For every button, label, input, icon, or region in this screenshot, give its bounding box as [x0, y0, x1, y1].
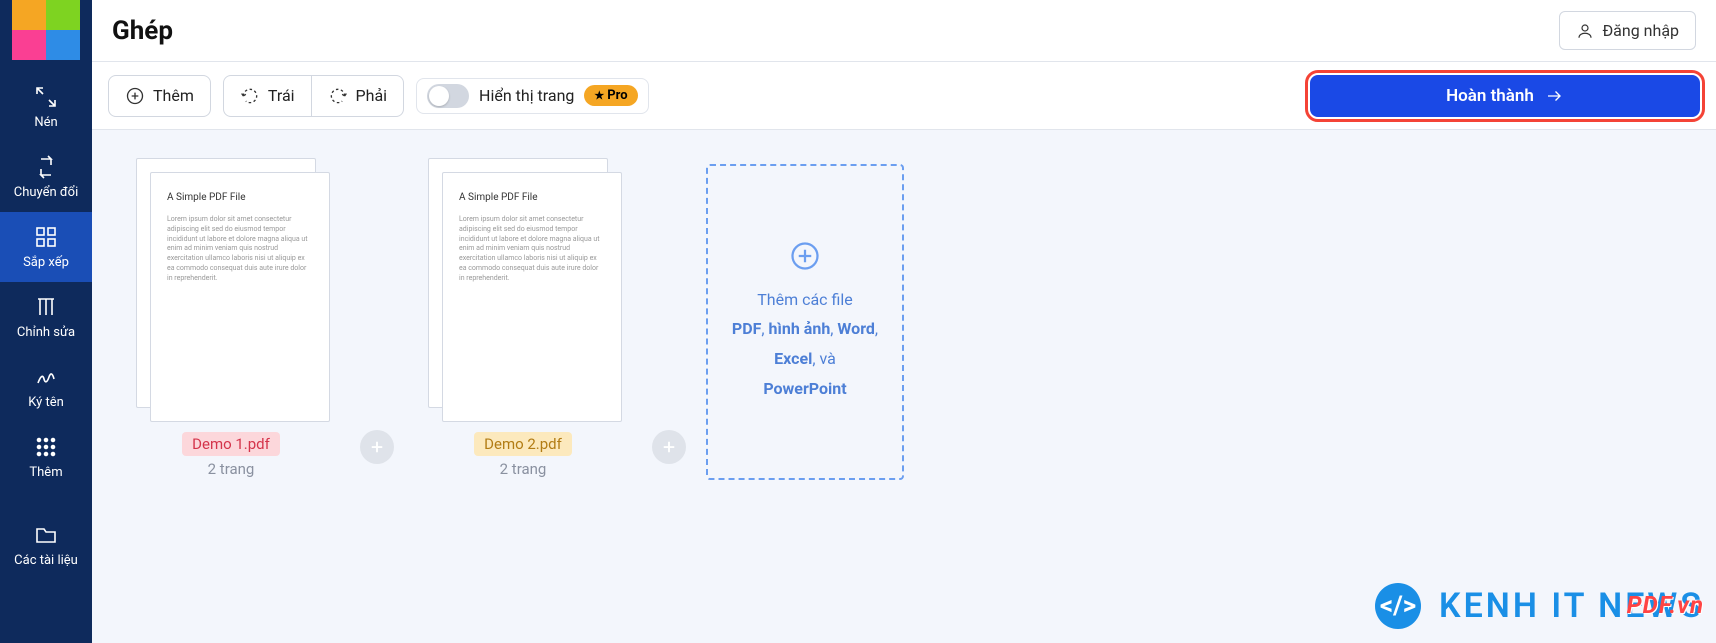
dropzone-types: PDF, hình ảnh, Word, Excel, vàPowerPoint [732, 314, 878, 403]
main: Ghép Đăng nhập Thêm Trái Phải Hiển thị t… [92, 0, 1716, 643]
login-button[interactable]: Đăng nhập [1559, 11, 1696, 50]
rotate-right-button[interactable]: Phải [312, 75, 405, 117]
login-label: Đăng nhập [1602, 21, 1679, 40]
toolbar: Thêm Trái Phải Hiển thị trang Pro Hoàn t… [92, 62, 1716, 130]
organize-icon [34, 225, 58, 249]
rotate-left-label: Trái [268, 86, 295, 105]
sidebar-item-chuyendoi[interactable]: Chuyển đổi [0, 142, 92, 212]
workspace: A Simple PDF File Lorem ipsum dolor sit … [92, 130, 1716, 643]
rotate-group: Trái Phải [223, 75, 404, 117]
insert-between-button[interactable] [360, 430, 394, 464]
sample-heading: A Simple PDF File [167, 191, 313, 205]
sidebar-label: Nén [34, 115, 57, 130]
file-card[interactable]: A Simple PDF File Lorem ipsum dolor sit … [408, 158, 638, 478]
documents-icon [34, 523, 58, 547]
finish-button[interactable]: Hoàn thành [1310, 75, 1700, 117]
watermark-logo-icon: </> [1371, 579, 1425, 633]
sidebar-label: Sắp xếp [23, 255, 69, 270]
show-pages-label: Hiển thị trang [479, 86, 574, 105]
page-thumb[interactable]: A Simple PDF File Lorem ipsum dolor sit … [136, 158, 326, 418]
rotate-right-icon [328, 86, 348, 106]
plus-circle-icon [790, 241, 820, 271]
sidebar-label: Chuyển đổi [14, 185, 79, 200]
file-name: Demo 2.pdf [474, 432, 572, 456]
rotate-left-button[interactable]: Trái [223, 75, 312, 117]
user-icon [1576, 22, 1594, 40]
add-label: Thêm [153, 86, 194, 105]
page-count: 2 trang [208, 460, 255, 478]
sidebar-label: Các tài liệu [14, 553, 78, 568]
file-card[interactable]: A Simple PDF File Lorem ipsum dolor sit … [116, 158, 346, 478]
show-pages-control: Hiển thị trang Pro [416, 78, 649, 114]
app-logo[interactable] [12, 0, 80, 60]
sidebar-item-kyten[interactable]: Ký tên [0, 352, 92, 422]
sidebar-item-nen[interactable]: Nén [0, 72, 92, 142]
sidebar-nav: Nén Chuyển đổi Sắp xếp Chỉnh sửa Ký tên … [0, 72, 92, 580]
pro-badge: Pro [584, 85, 637, 106]
finish-label: Hoàn thành [1446, 86, 1534, 106]
add-files-dropzone[interactable]: Thêm các file PDF, hình ảnh, Word, Excel… [706, 164, 904, 480]
sample-text: Lorem ipsum dolor sit amet consectetur a… [459, 215, 605, 284]
sidebar-label: Chỉnh sửa [17, 325, 75, 340]
dropzone-text: Thêm các file [757, 285, 853, 315]
topbar: Ghép Đăng nhập [92, 0, 1716, 62]
sidebar: Nén Chuyển đổi Sắp xếp Chỉnh sửa Ký tên … [0, 0, 92, 643]
page-count: 2 trang [500, 460, 547, 478]
sidebar-item-sapxep[interactable]: Sắp xếp [0, 212, 92, 282]
compress-icon [34, 85, 58, 109]
insert-between-button[interactable] [652, 430, 686, 464]
convert-icon [34, 155, 58, 179]
sidebar-item-chinhsua[interactable]: Chỉnh sửa [0, 282, 92, 352]
plus-icon [660, 438, 678, 456]
plus-circle-icon [125, 86, 145, 106]
sidebar-label: Ký tên [28, 395, 64, 410]
sample-heading: A Simple PDF File [459, 191, 605, 205]
sidebar-item-tailieu[interactable]: Các tài liệu [0, 510, 92, 580]
add-button[interactable]: Thêm [108, 75, 211, 117]
rotate-left-icon [240, 86, 260, 106]
page-title: Ghép [112, 16, 173, 46]
arrow-right-icon [1544, 87, 1564, 105]
edit-icon [34, 295, 58, 319]
sidebar-item-them[interactable]: Thêm [0, 422, 92, 492]
sign-icon [34, 365, 58, 389]
sample-text: Lorem ipsum dolor sit amet consectetur a… [167, 215, 313, 284]
file-name: Demo 1.pdf [182, 432, 280, 456]
page-thumb[interactable]: A Simple PDF File Lorem ipsum dolor sit … [428, 158, 618, 418]
sidebar-label: Thêm [29, 465, 62, 480]
plus-icon [368, 438, 386, 456]
rotate-right-label: Phải [356, 86, 388, 105]
watermark-stamp: PDF.vn [1627, 591, 1704, 619]
more-icon [34, 435, 58, 459]
show-pages-toggle[interactable] [427, 84, 469, 108]
